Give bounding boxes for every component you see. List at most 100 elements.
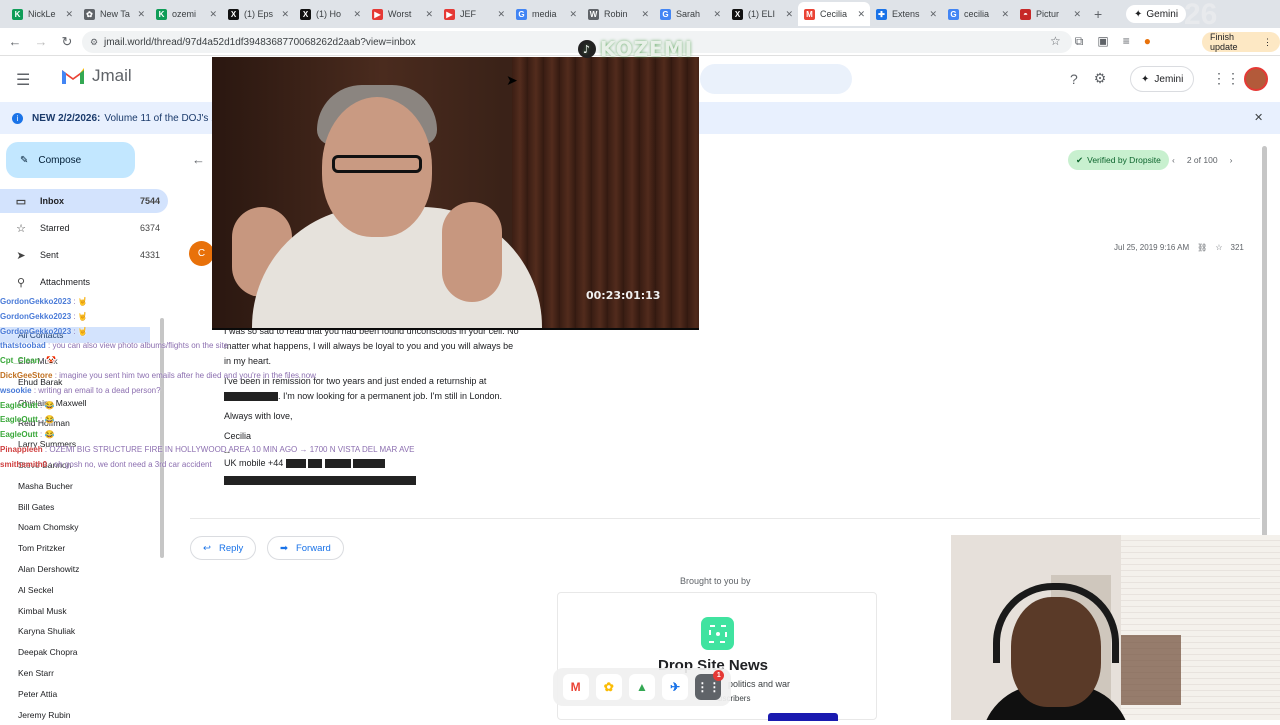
tab-close-icon[interactable]: ✕ [569, 9, 577, 20]
flights-app-icon[interactable]: ✈ [662, 674, 689, 700]
redaction [353, 459, 386, 469]
tab-close-icon[interactable]: ✕ [209, 9, 217, 20]
contact-item[interactable]: Peter Attia [18, 684, 87, 705]
back-arrow-icon[interactable]: ← [192, 152, 205, 167]
app-logo[interactable]: Jmail [60, 66, 132, 86]
video-overlay[interactable]: 00:23:01:13 [212, 57, 699, 330]
sidebar-item-attachments[interactable]: ⚲ Attachments [0, 270, 168, 294]
sponsor-caption: Brought to you by [680, 576, 751, 586]
contact-item[interactable]: Deepak Chopra [18, 642, 87, 663]
bookmark-star-icon[interactable]: ☆ [1050, 34, 1061, 49]
gemini-button[interactable]: ✦ Gemini [1126, 5, 1187, 23]
tab-favicon-icon: ▶ [372, 8, 383, 20]
main-scrollbar[interactable] [1262, 146, 1267, 576]
search-input[interactable] [700, 64, 852, 94]
browser-tab[interactable]: G Sarah ✕ [654, 2, 726, 26]
tab-close-icon[interactable]: ✕ [1001, 9, 1009, 20]
apps-grid-icon[interactable]: ⋮⋮ [1212, 70, 1240, 87]
contact-item[interactable]: Al Seckel [18, 580, 87, 601]
browser-tab-strip: K NickLe ✕ ✿ New Ta ✕ Kozemi ✕ X (1) Eps ✕ X (1) Ho ✕… [0, 0, 1280, 28]
chat-username: Cpt_Clean [0, 356, 40, 366]
browser-tab[interactable]: Kozemi ✕ [150, 2, 222, 26]
browser-tab[interactable]: ◓ Pictur ✕ [1014, 2, 1086, 26]
forward-button[interactable]: ➡ Forward [267, 536, 344, 560]
tab-close-icon[interactable]: ✕ [857, 9, 865, 20]
contact-item[interactable]: Ken Starr [18, 663, 87, 684]
tab-close-icon[interactable]: ✕ [425, 9, 433, 20]
tab-close-icon[interactable]: ✕ [281, 9, 289, 20]
verified-badge[interactable]: ✔ Verified by Dropsite [1068, 150, 1169, 170]
finish-update-button[interactable]: Finish update ⋮ [1202, 32, 1280, 52]
account-avatar[interactable] [1244, 67, 1268, 91]
browser-tab[interactable]: X (1) Ho ✕ [294, 2, 366, 26]
browser-tab[interactable]: Gcecilia ✕ [942, 2, 1014, 26]
close-icon[interactable]: ✕ [1254, 111, 1263, 124]
tab-close-icon[interactable]: ✕ [137, 9, 145, 20]
browser-tab[interactable]: Gmedia ✕ [510, 2, 582, 26]
compose-button[interactable]: ✎ Compose [6, 142, 135, 178]
photos-app-icon[interactable]: ✿ [595, 674, 622, 700]
jemini-button[interactable]: ✦ Jemini [1130, 66, 1195, 92]
star-icon[interactable]: ☆ [1215, 243, 1222, 252]
site-info-icon[interactable]: ⚙ [90, 37, 98, 48]
chat-username: thatstoobad [0, 341, 46, 351]
contact-item[interactable]: Noam Chomsky [18, 517, 87, 538]
browser-tab[interactable]: ▶ JEF ✕ [438, 2, 510, 26]
browser-tab[interactable]: X (1) ELI ✕ [726, 2, 798, 26]
app-launcher-icon[interactable]: ⋮⋮ 1 [695, 670, 725, 700]
extensions-icon[interactable]: ⧉ [1075, 34, 1084, 49]
contact-item[interactable]: Bill Gates [18, 497, 87, 518]
browser-tab[interactable]: ✚ Extens ✕ [870, 2, 942, 26]
settings-gear-icon[interactable]: ⚙ [1094, 70, 1107, 87]
chat-message: EagleOutt : 😂 [0, 413, 270, 428]
browser-tab[interactable]: K NickLe ✕ [6, 2, 78, 26]
browser-tab[interactable]: ▶ Worst ✕ [366, 2, 438, 26]
tab-close-icon[interactable]: ✕ [1073, 9, 1081, 20]
sidebar-item-starred[interactable]: ☆ Starred 6374 [0, 216, 168, 240]
prev-icon[interactable]: ‹ [1172, 155, 1175, 165]
browser-tab[interactable]: X (1) Eps ✕ [222, 2, 294, 26]
drive-app-icon[interactable]: ▲ [628, 674, 655, 700]
new-tab-button[interactable]: + [1094, 6, 1102, 22]
contact-item[interactable]: Kimbal Musk [18, 601, 87, 622]
browser-tab[interactable]: W Robin ✕ [582, 2, 654, 26]
contact-item[interactable]: Masha Bucher [18, 476, 87, 497]
check-circle-icon: ✔ [1076, 154, 1084, 165]
tab-close-icon[interactable]: ✕ [785, 9, 793, 20]
forward-icon[interactable]: → [30, 34, 52, 49]
reply-label: Reply [218, 542, 244, 554]
tab-close-icon[interactable]: ✕ [641, 9, 649, 20]
browser-tab[interactable]: ✿ New Ta ✕ [78, 2, 150, 26]
cast-icon[interactable]: ▣ [1097, 34, 1108, 49]
gmail-app-icon[interactable]: M [562, 674, 589, 700]
back-icon[interactable]: ← [4, 34, 26, 49]
media-icon[interactable]: ≡ [1123, 34, 1130, 49]
chat-username: smithsmith0 [0, 459, 48, 469]
menu-icon[interactable]: ☰ [16, 70, 30, 90]
tab-close-icon[interactable]: ✕ [353, 9, 361, 20]
browser-tab[interactable]: M Cecilia ✕ [798, 2, 870, 26]
chat-text: : 😂 [40, 430, 55, 440]
reload-icon[interactable]: ↻ [56, 34, 78, 50]
next-icon[interactable]: › [1230, 155, 1233, 165]
contact-item[interactable]: Alan Dershowitz [18, 559, 87, 580]
chat-username: EagleOutt [0, 400, 38, 410]
tab-close-icon[interactable]: ✕ [713, 9, 721, 20]
sidebar-item-sent[interactable]: ➤ Sent 4331 [0, 243, 168, 267]
tab-close-icon[interactable]: ✕ [929, 9, 937, 20]
sidebar-item-inbox[interactable]: ▭ Inbox 7544 [0, 189, 168, 213]
video-figure-hand [442, 202, 502, 302]
url-field[interactable]: ⚙ jmail.world/thread/97d4a52d1df39483687… [82, 31, 1072, 53]
body-line: in my heart. [224, 356, 272, 366]
webcam-shelf [1121, 635, 1181, 705]
link-icon[interactable]: ⛓ [1197, 243, 1207, 252]
reply-button[interactable]: ↩ Reply [190, 536, 257, 560]
help-icon[interactable]: ? [1070, 71, 1078, 87]
tab-close-icon[interactable]: ✕ [65, 9, 73, 20]
chat-message: Pinappleeh : OZEMI BIG STRUCTURE FIRE IN… [0, 443, 415, 458]
profile-icon[interactable]: ● [1144, 34, 1151, 49]
contact-item[interactable]: Jeremy Rubin [18, 705, 87, 725]
contact-item[interactable]: Tom Pritzker [18, 538, 87, 559]
tab-close-icon[interactable]: ✕ [497, 9, 505, 20]
contact-item[interactable]: Karyna Shuliak [18, 621, 87, 642]
